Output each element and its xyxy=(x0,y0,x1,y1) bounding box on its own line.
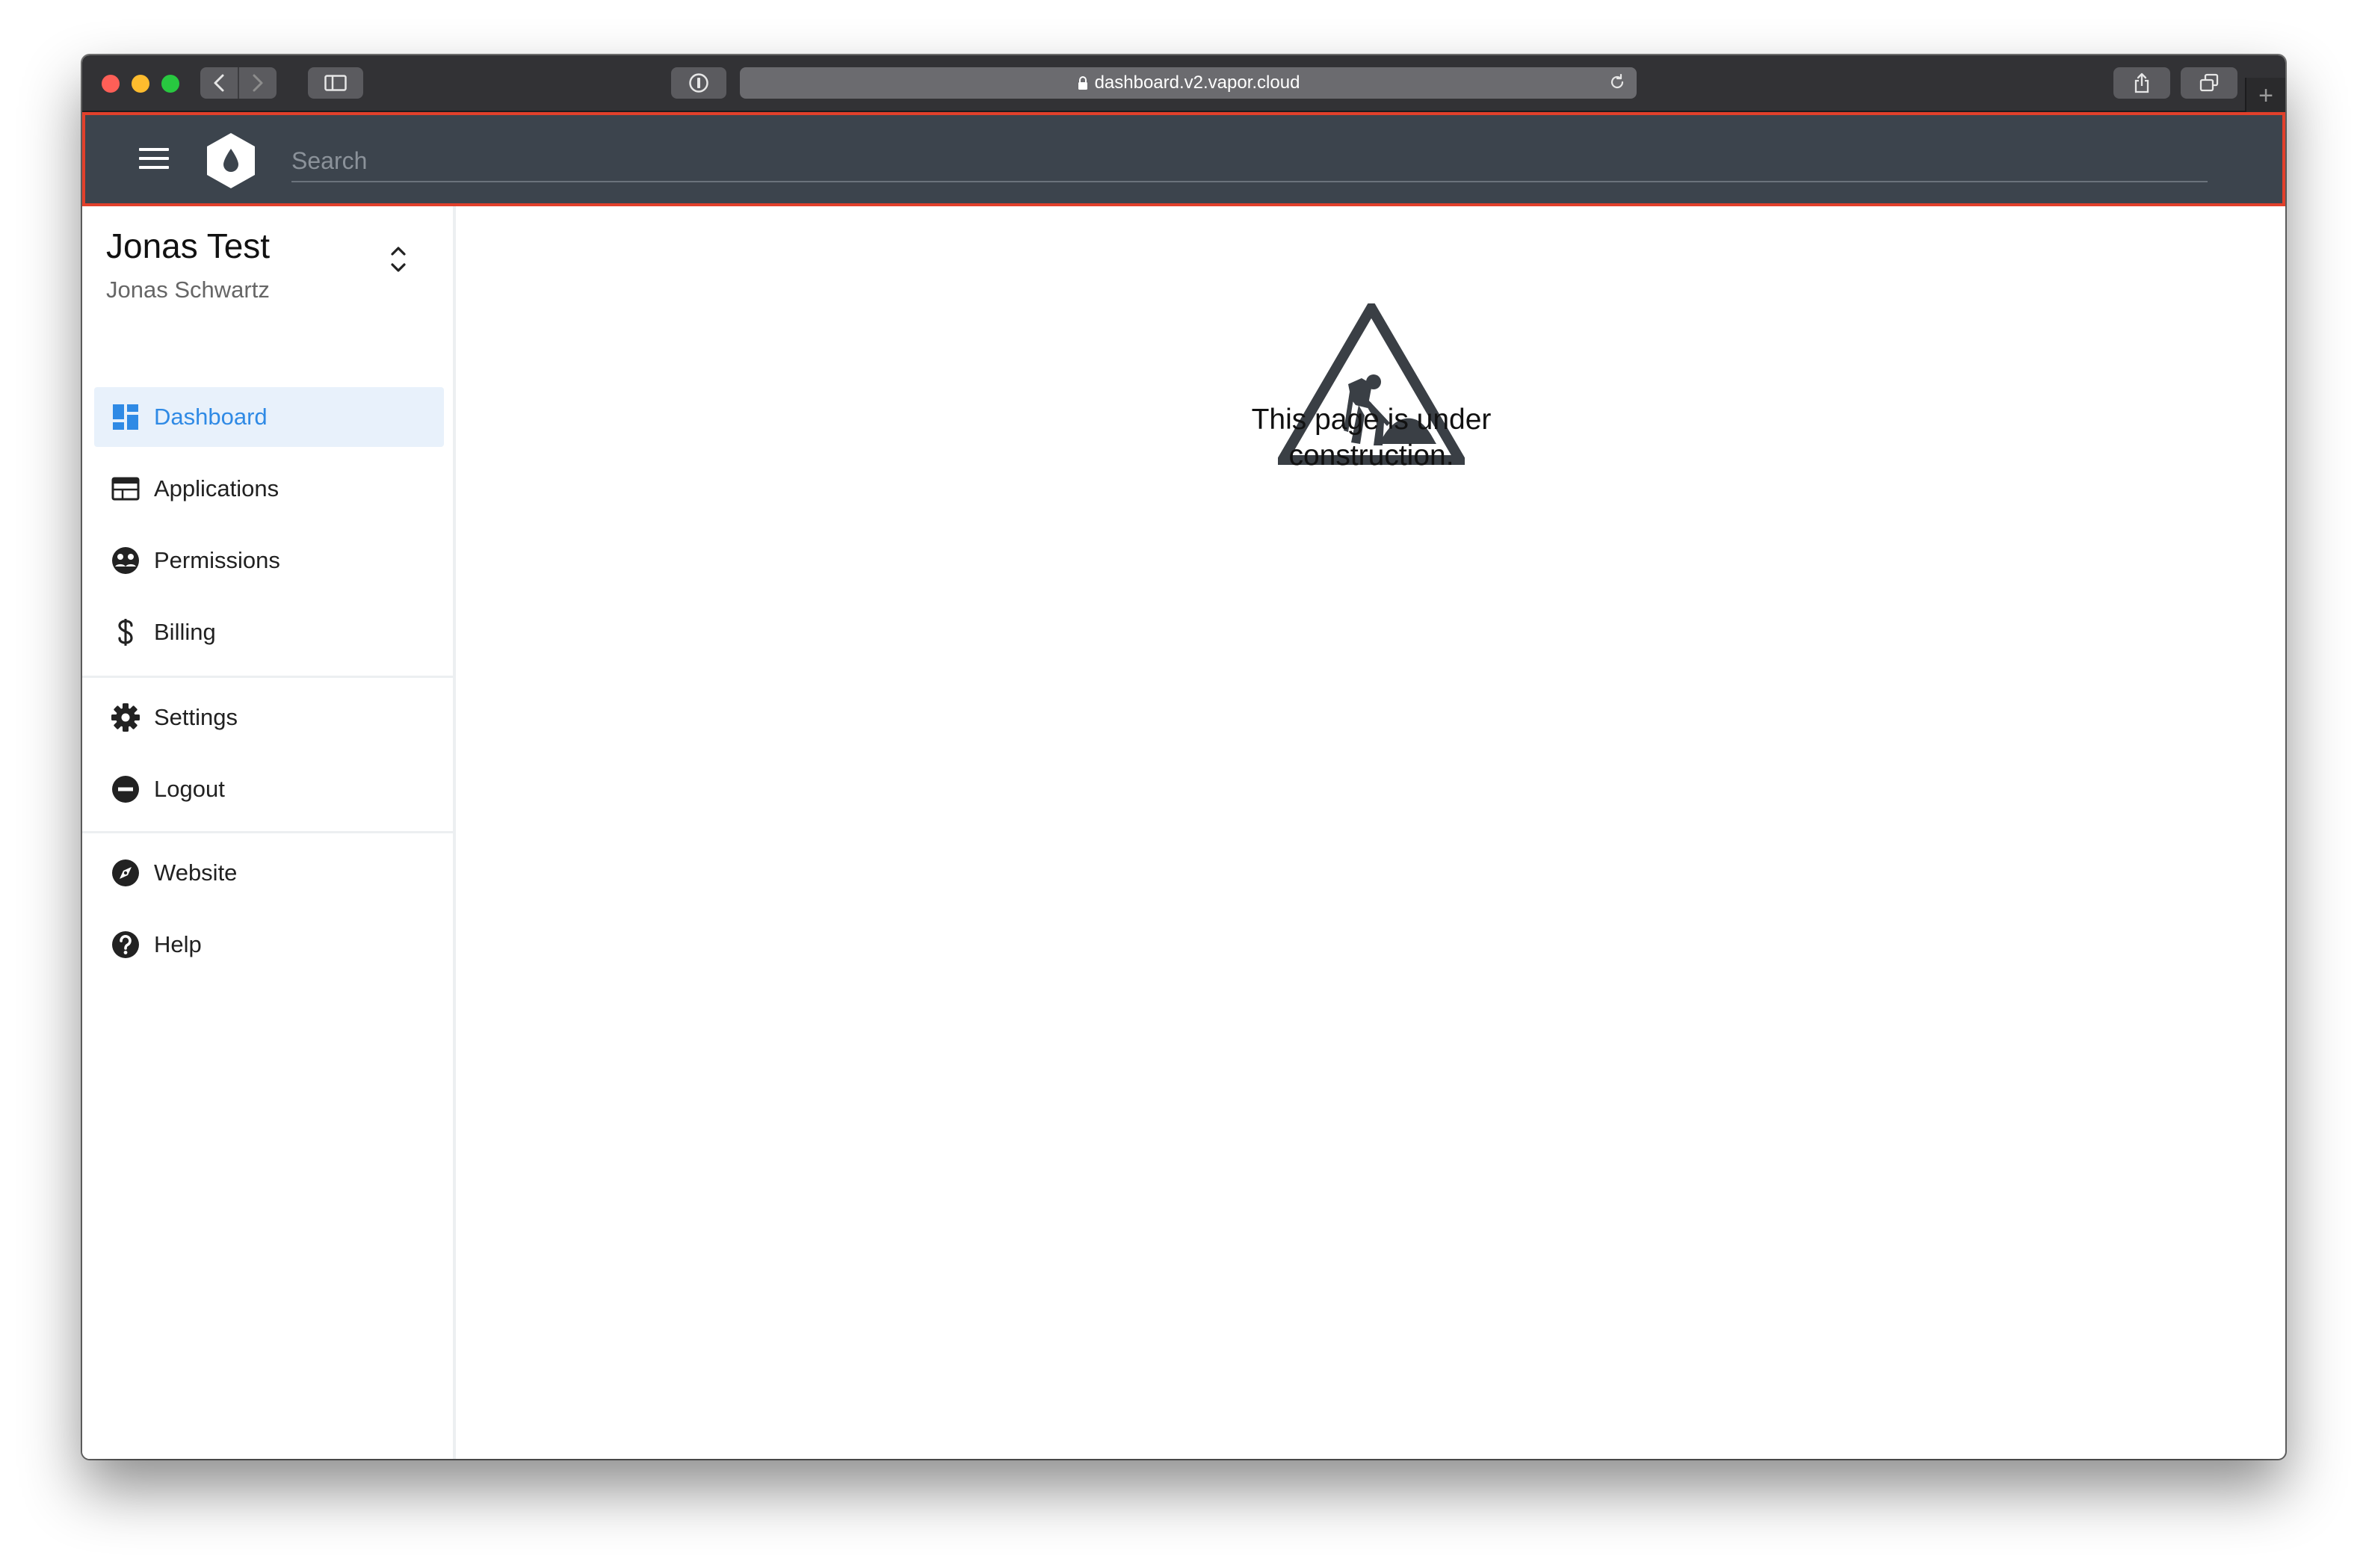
applications-icon xyxy=(109,472,142,505)
browser-toolbar: dashboard.v2.vapor.cloud + xyxy=(82,55,2285,114)
minimize-window-button[interactable] xyxy=(132,75,149,93)
new-tab-button[interactable]: + xyxy=(2245,78,2285,114)
chevron-right-icon xyxy=(253,74,263,92)
share-icon xyxy=(2134,72,2149,93)
vapor-logo xyxy=(207,133,255,188)
sidebar-item-website[interactable]: Website xyxy=(94,843,444,903)
app-header xyxy=(82,112,2285,206)
close-window-button[interactable] xyxy=(102,75,120,93)
history-navigation xyxy=(200,67,277,99)
sidebar-item-label: Permissions xyxy=(154,547,280,573)
sidebar-item-label: Settings xyxy=(154,704,238,730)
sidebar-item-billing[interactable]: Billing xyxy=(94,602,444,662)
dashboard-icon xyxy=(109,401,142,433)
menu-icon[interactable] xyxy=(139,148,169,170)
password-manager-button[interactable] xyxy=(671,67,726,99)
password-manager-icon xyxy=(689,73,708,93)
main-content: This page is under construction. xyxy=(456,206,2285,1459)
reload-icon[interactable] xyxy=(1608,73,1626,91)
back-button[interactable] xyxy=(200,67,238,99)
sidebar-item-label: Billing xyxy=(154,619,216,645)
url-text: dashboard.v2.vapor.cloud xyxy=(1094,72,1300,93)
user-name: Jonas Schwartz xyxy=(106,277,270,303)
permissions-icon xyxy=(109,544,142,577)
browser-window: dashboard.v2.vapor.cloud + Search Jonas … xyxy=(82,55,2285,1459)
sidebar-icon xyxy=(324,75,347,91)
sidebar-item-permissions[interactable]: Permissions xyxy=(94,531,444,590)
sidebar-item-settings[interactable]: Settings xyxy=(94,688,444,747)
dollar-icon xyxy=(109,616,142,649)
sidebar-divider xyxy=(82,831,453,833)
sidebar-item-help[interactable]: Help xyxy=(94,915,444,975)
search-bar xyxy=(291,141,2208,182)
lock-icon xyxy=(1077,75,1089,90)
sidebar-item-dashboard[interactable]: Dashboard xyxy=(94,387,444,447)
sidebar-toggle-button[interactable] xyxy=(308,67,363,99)
sidebar-item-label: Logout xyxy=(154,776,225,802)
org-name: Jonas Test xyxy=(106,226,271,265)
construction-message: This page is under construction. xyxy=(1251,404,1492,472)
forward-button[interactable] xyxy=(238,67,277,99)
tab-overview-icon xyxy=(2199,73,2219,92)
sidebar-divider xyxy=(82,676,453,678)
sidebar-item-label: Website xyxy=(154,859,238,886)
compass-icon xyxy=(109,856,142,889)
address-bar[interactable]: dashboard.v2.vapor.cloud xyxy=(740,67,1637,99)
sidebar-item-label: Help xyxy=(154,931,202,957)
gear-icon xyxy=(109,701,142,734)
sidebar-item-logout[interactable]: Logout xyxy=(94,759,444,819)
sidebar-item-label: Dashboard xyxy=(154,404,268,430)
logout-icon xyxy=(109,773,142,806)
tab-overview-button[interactable] xyxy=(2181,67,2237,99)
zoom-window-button[interactable] xyxy=(161,75,179,93)
chevron-left-icon xyxy=(214,74,224,92)
share-button[interactable] xyxy=(2113,67,2170,99)
search-input[interactable] xyxy=(291,141,2208,181)
help-icon xyxy=(109,928,142,961)
sidebar: Jonas Test Jonas Schwartz Dashboard Appl… xyxy=(82,206,456,1459)
unfold-icon[interactable] xyxy=(386,241,411,278)
sidebar-item-applications[interactable]: Applications xyxy=(94,459,444,519)
sidebar-item-label: Applications xyxy=(154,475,279,501)
account-switcher[interactable]: Jonas Test Jonas Schwartz xyxy=(106,229,270,303)
